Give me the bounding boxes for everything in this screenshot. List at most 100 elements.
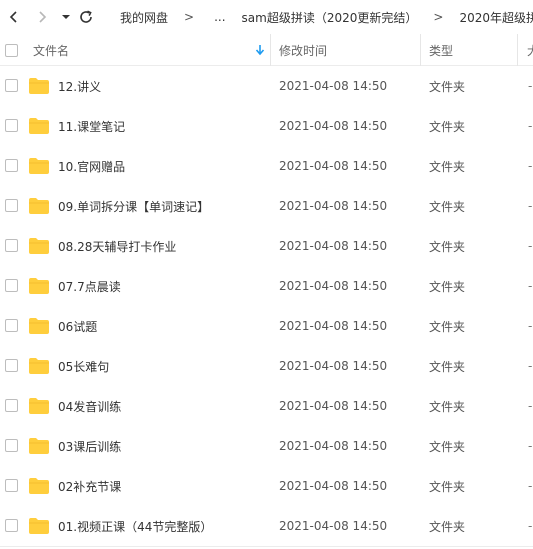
modified-time: 2021-04-08 14:50 xyxy=(279,199,388,213)
column-divider[interactable] xyxy=(270,34,271,66)
row-checkbox[interactable] xyxy=(5,199,18,212)
modified-time: 2021-04-08 14:50 xyxy=(279,319,388,333)
column-divider[interactable] xyxy=(517,34,518,66)
folder-icon xyxy=(29,78,49,94)
row-checkbox[interactable] xyxy=(5,399,18,412)
file-size: - xyxy=(528,479,533,493)
sort-arrow-icon[interactable] xyxy=(255,34,265,66)
checkbox[interactable] xyxy=(5,43,18,57)
folder-icon xyxy=(29,518,49,534)
file-name[interactable]: 09.单词拆分课【单词速记】 xyxy=(58,186,209,226)
file-name[interactable]: 10.官网赠品 xyxy=(58,146,125,186)
folder-icon xyxy=(29,158,49,174)
row-checkbox[interactable] xyxy=(5,519,18,532)
column-header-name[interactable]: 文件名 xyxy=(33,34,69,66)
row-checkbox[interactable] xyxy=(5,479,18,492)
modified-time: 2021-04-08 14:50 xyxy=(279,479,388,493)
row-checkbox[interactable] xyxy=(5,79,18,92)
file-type: 文件夹 xyxy=(429,79,466,94)
breadcrumb-separator: > xyxy=(433,10,444,24)
folder-icon xyxy=(29,478,49,494)
file-size: - xyxy=(528,399,533,413)
file-size: - xyxy=(528,159,533,173)
file-row[interactable]: 06试题 2021-04-08 14:50 文件夹 - xyxy=(0,306,533,346)
column-header-size[interactable]: 大 xyxy=(527,34,533,66)
file-size: - xyxy=(528,79,533,93)
chevron-right-icon xyxy=(39,11,47,23)
file-name[interactable]: 04发音训练 xyxy=(58,386,121,426)
file-name[interactable]: 07.7点晨读 xyxy=(58,266,121,306)
row-checkbox[interactable] xyxy=(5,159,18,172)
file-row[interactable]: 05长难句 2021-04-08 14:50 文件夹 - xyxy=(0,346,533,386)
file-row[interactable]: 01.视频正课（44节完整版） 2021-04-08 14:50 文件夹 - xyxy=(0,506,533,546)
file-type: 文件夹 xyxy=(429,319,466,334)
file-size: - xyxy=(528,239,533,253)
file-size: - xyxy=(528,199,533,213)
refresh-icon xyxy=(80,10,92,23)
file-size: - xyxy=(528,439,533,453)
modified-time: 2021-04-08 14:50 xyxy=(279,359,388,373)
file-type: 文件夹 xyxy=(429,479,466,494)
file-row[interactable]: 11.课堂笔记 2021-04-08 14:50 文件夹 - xyxy=(0,106,533,146)
file-size: - xyxy=(528,359,533,373)
file-name[interactable]: 05长难句 xyxy=(58,346,109,386)
modified-time: 2021-04-08 14:50 xyxy=(279,159,388,173)
row-checkbox[interactable] xyxy=(5,119,18,132)
modified-time: 2021-04-08 14:50 xyxy=(279,119,388,133)
modified-time: 2021-04-08 14:50 xyxy=(279,79,388,93)
forward-button[interactable] xyxy=(32,7,52,27)
modified-time: 2021-04-08 14:50 xyxy=(279,439,388,453)
file-size: - xyxy=(528,279,533,293)
breadcrumb-item[interactable]: sam超级拼读（2020更新完结） xyxy=(240,9,420,26)
file-type: 文件夹 xyxy=(429,279,466,294)
file-size: - xyxy=(528,119,533,133)
file-list-header: 文件名 修改时间 类型 大 xyxy=(0,34,533,66)
row-checkbox[interactable] xyxy=(5,239,18,252)
back-button[interactable] xyxy=(4,7,24,27)
file-name[interactable]: 06试题 xyxy=(58,306,97,346)
breadcrumb: 我的网盘 > ... sam超级拼读（2020更新完结） > 2020年超级拼读 xyxy=(118,0,533,34)
file-row[interactable]: 07.7点晨读 2021-04-08 14:50 文件夹 - xyxy=(0,266,533,306)
file-type: 文件夹 xyxy=(429,439,466,454)
folder-icon xyxy=(29,118,49,134)
file-type: 文件夹 xyxy=(429,199,466,214)
row-checkbox[interactable] xyxy=(5,359,18,372)
modified-time: 2021-04-08 14:50 xyxy=(279,519,388,533)
file-row[interactable]: 02补充节课 2021-04-08 14:50 文件夹 - xyxy=(0,466,533,506)
modified-time: 2021-04-08 14:50 xyxy=(279,399,388,413)
modified-time: 2021-04-08 14:50 xyxy=(279,279,388,293)
file-name[interactable]: 12.讲义 xyxy=(58,66,101,106)
select-all-checkbox[interactable] xyxy=(5,34,18,66)
breadcrumb-item-current[interactable]: 2020年超级拼读 xyxy=(457,9,533,26)
row-checkbox[interactable] xyxy=(5,319,18,332)
file-size: - xyxy=(528,519,533,533)
folder-icon xyxy=(29,238,49,254)
file-type: 文件夹 xyxy=(429,359,466,374)
column-header-type[interactable]: 类型 xyxy=(429,34,453,66)
history-dropdown-button[interactable] xyxy=(56,7,76,27)
column-divider[interactable] xyxy=(420,34,421,66)
breadcrumb-item[interactable]: 我的网盘 xyxy=(118,9,170,26)
row-checkbox[interactable] xyxy=(5,439,18,452)
file-row[interactable]: 09.单词拆分课【单词速记】 2021-04-08 14:50 文件夹 - xyxy=(0,186,533,226)
file-name[interactable]: 11.课堂笔记 xyxy=(58,106,125,146)
folder-icon xyxy=(29,278,49,294)
row-checkbox[interactable] xyxy=(5,279,18,292)
file-name[interactable]: 08.28天辅导打卡作业 xyxy=(58,226,176,266)
file-name[interactable]: 02补充节课 xyxy=(58,466,121,506)
sort-down-icon xyxy=(255,45,265,56)
column-header-modified[interactable]: 修改时间 xyxy=(279,34,327,66)
file-row[interactable]: 12.讲义 2021-04-08 14:50 文件夹 - xyxy=(0,66,533,106)
file-row[interactable]: 03课后训练 2021-04-08 14:50 文件夹 - xyxy=(0,426,533,466)
file-name[interactable]: 01.视频正课（44节完整版） xyxy=(58,506,212,546)
breadcrumb-ellipsis[interactable]: ... xyxy=(208,10,231,24)
file-row[interactable]: 04发音训练 2021-04-08 14:50 文件夹 - xyxy=(0,386,533,426)
caret-down-icon xyxy=(62,15,70,19)
file-size: - xyxy=(528,319,533,333)
file-type: 文件夹 xyxy=(429,519,466,534)
file-row[interactable]: 10.官网赠品 2021-04-08 14:50 文件夹 - xyxy=(0,146,533,186)
refresh-button[interactable] xyxy=(76,7,96,27)
file-row[interactable]: 08.28天辅导打卡作业 2021-04-08 14:50 文件夹 - xyxy=(0,226,533,266)
chevron-left-icon xyxy=(9,11,17,23)
file-name[interactable]: 03课后训练 xyxy=(58,426,121,466)
